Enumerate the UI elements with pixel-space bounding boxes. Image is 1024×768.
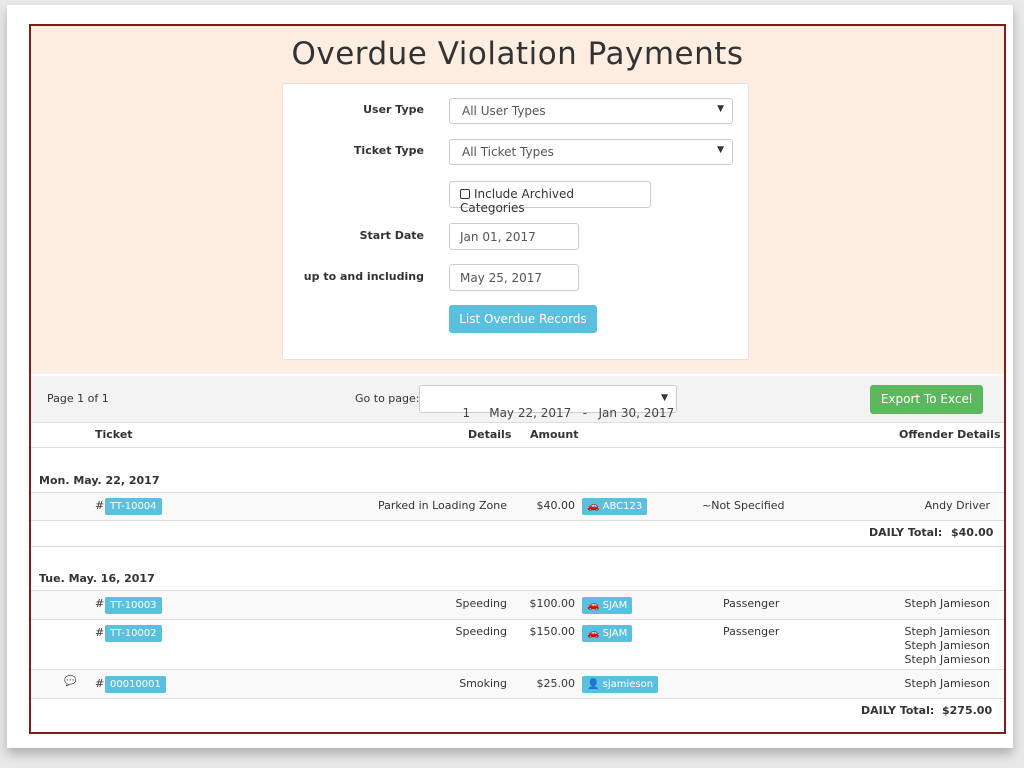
car-icon: 🚗 — [587, 501, 600, 512]
export-excel-button[interactable]: Export To Excel — [870, 385, 983, 414]
caret-down-icon: ▼ — [717, 104, 724, 114]
daily-total-label: DAILY Total: — [869, 526, 943, 539]
row-hash: # — [95, 677, 105, 690]
start-date-input[interactable]: Jan 01, 2017 — [449, 223, 579, 250]
vehicle-tag-label: SJAM — [602, 600, 628, 611]
start-date-label: Start Date — [359, 229, 424, 242]
page-info: Page 1 of 1 — [47, 392, 109, 405]
row-details: Speeding — [455, 625, 508, 638]
include-archived-label: Include Archived Categories — [460, 187, 575, 215]
ticket-link[interactable]: TT-10004 — [105, 498, 162, 515]
ticket-type-select[interactable]: All Ticket Types ▼ — [449, 139, 733, 165]
column-header-amount: Amount — [530, 428, 579, 441]
row-details: Speeding — [455, 597, 508, 610]
ticket-type-value: All Ticket Types — [462, 145, 554, 159]
ticket-link[interactable]: TT-10002 — [105, 625, 162, 642]
table-row: # TT-10003 Speeding $100.00 🚗 SJAM Passe… — [31, 591, 998, 619]
caret-down-icon: ▼ — [661, 393, 668, 403]
row-details: Parked in Loading Zone — [377, 499, 507, 512]
column-header-details: Details — [468, 428, 512, 441]
vehicle-tag[interactable]: 🚗 ABC123 — [582, 498, 648, 515]
checkbox-icon — [460, 189, 470, 199]
user-type-select[interactable]: All User Types ▼ — [449, 98, 733, 124]
car-icon: 🚗 — [587, 600, 600, 611]
row-hash: # — [95, 499, 105, 512]
table-row: # TT-10004 Parked in Loading Zone $40.00… — [31, 493, 998, 520]
row-role: ~Not Specified — [702, 499, 785, 512]
filter-section: Overdue Violation Payments User Type All… — [31, 26, 1004, 374]
vehicle-tag-label: SJAM — [602, 628, 628, 639]
row-role: Passenger — [723, 597, 780, 610]
row-offender: Steph Jamieson — [904, 625, 990, 638]
goto-label: Go to page: — [355, 392, 420, 405]
user-tag[interactable]: 👤 sjamieson — [582, 676, 659, 693]
row-offender: Andy Driver — [924, 499, 990, 512]
row-details: Smoking — [459, 677, 507, 690]
daily-total-value: $40.00 — [951, 526, 994, 539]
ticket-link[interactable]: 00010001 — [105, 676, 166, 693]
end-date-label: up to and including — [303, 270, 424, 283]
row-offender: Steph Jamieson — [904, 597, 990, 610]
car-icon: 🚗 — [587, 628, 600, 639]
row-offender: Steph Jamieson — [904, 639, 990, 652]
include-archived-toggle[interactable]: Include Archived Categories — [449, 181, 651, 215]
page-title: Overdue Violation Payments — [291, 36, 744, 72]
user-icon: 👤 — [587, 679, 600, 690]
caret-down-icon: ▼ — [717, 145, 724, 155]
row-hash: # — [95, 626, 105, 639]
ticket-link[interactable]: TT-10003 — [105, 597, 162, 614]
row-role: Passenger — [723, 625, 780, 638]
filter-panel: User Type All User Types ▼ Ticket Type A… — [282, 83, 749, 360]
pager-bar: Page 1 of 1 Go to page: 1 May 22, 2017 -… — [31, 376, 1004, 423]
goto-page-value: 1 May 22, 2017 - Jan 30, 2017 — [462, 406, 675, 420]
divider — [31, 520, 1004, 521]
divider — [31, 447, 1004, 448]
row-amount: $100.00 — [529, 597, 576, 610]
divider — [31, 546, 1004, 547]
vehicle-tag[interactable]: 🚗 SJAM — [582, 597, 633, 614]
table-row: # TT-10002 Speeding $150.00 🚗 SJAM Passe… — [31, 620, 998, 669]
row-offender: Steph Jamieson — [904, 677, 990, 690]
list-overdue-button[interactable]: List Overdue Records — [449, 305, 597, 333]
daily-total-label: DAILY Total: — [861, 704, 935, 717]
report-card: Overdue Violation Payments User Type All… — [7, 5, 1013, 748]
vehicle-tag-label: ABC123 — [602, 501, 643, 512]
row-amount: $40.00 — [536, 499, 576, 512]
group-date: Mon. May. 22, 2017 — [39, 474, 160, 487]
group-date: Tue. May. 16, 2017 — [39, 572, 155, 585]
vehicle-tag[interactable]: 🚗 SJAM — [582, 625, 633, 642]
row-offender: Steph Jamieson — [904, 653, 990, 666]
goto-page-select[interactable]: 1 May 22, 2017 - Jan 30, 2017 ▼ — [419, 385, 677, 420]
report-frame: Overdue Violation Payments User Type All… — [29, 24, 1006, 734]
user-type-label: User Type — [363, 103, 424, 116]
ticket-type-label: Ticket Type — [353, 144, 424, 157]
comment-icon[interactable]: 💬 — [64, 676, 76, 687]
user-type-value: All User Types — [462, 104, 546, 118]
row-amount: $25.00 — [536, 677, 576, 690]
daily-total-value: $275.00 — [942, 704, 993, 717]
user-tag-label: sjamieson — [602, 679, 654, 690]
row-amount: $150.00 — [529, 625, 576, 638]
column-header-offender: Offender Details — [899, 428, 1001, 441]
column-header-ticket: Ticket — [95, 428, 133, 441]
divider — [31, 698, 1004, 699]
table-row: 💬 # 00010001 Smoking $25.00 👤 sjamieson … — [31, 670, 998, 698]
row-hash: # — [95, 597, 105, 610]
end-date-input[interactable]: May 25, 2017 — [449, 264, 579, 291]
